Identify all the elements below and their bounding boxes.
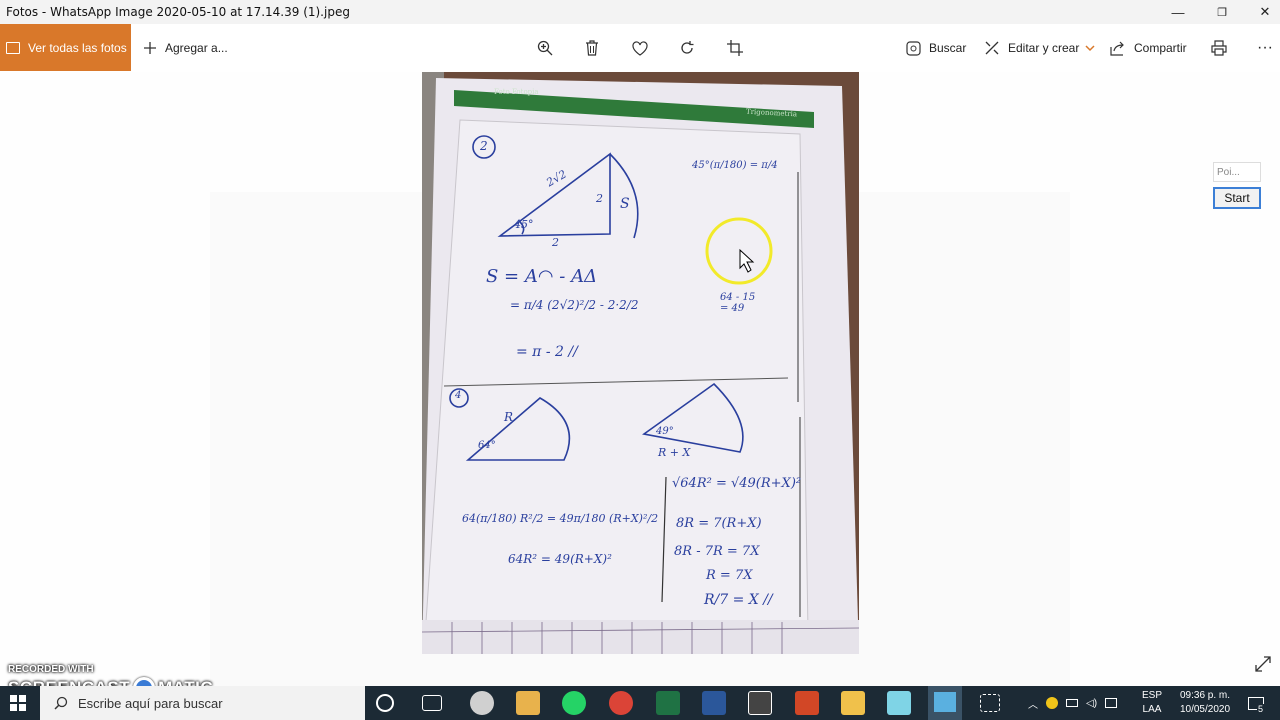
clock[interactable]: 09:36 p. m. 10/05/2020: [1174, 686, 1236, 720]
photo-image[interactable]: Foto Fotopia Trigonometria 2 2√2 2 2 45°…: [422, 72, 859, 654]
photo-viewer: Foto Fotopia Trigonometria 2 2√2 2 2 45°…: [0, 72, 1280, 702]
minimize-button[interactable]: —: [1156, 0, 1200, 24]
windows-taskbar: Escribe aquí para buscar ︿ ◁) ESP LAA 09…: [0, 686, 1280, 720]
share-button[interactable]: Compartir: [1110, 24, 1187, 72]
problem-2-number: 2: [480, 139, 488, 153]
equation-3: = π - 2 //: [516, 344, 578, 360]
sector-1-radius: R: [504, 410, 514, 424]
hypotenuse-label: 2√2: [544, 167, 569, 190]
calculator-icon[interactable]: [748, 691, 772, 715]
zoom-in-icon[interactable]: [534, 37, 556, 59]
equation-8: 8R - 7R = 7X: [674, 544, 760, 559]
equation-10: R/7 = X //: [704, 592, 773, 608]
share-label: Compartir: [1134, 41, 1187, 55]
excel-icon[interactable]: [656, 691, 680, 715]
edit-create-label: Editar y crear: [1008, 41, 1080, 55]
cortana-icon[interactable]: [376, 694, 394, 712]
task-view-icon[interactable]: [422, 695, 442, 711]
taskbar-search-box[interactable]: Escribe aquí para buscar: [40, 686, 365, 720]
equation-4: 64(π/180) R²/2 = 49π/180 (R+X)²/2: [462, 512, 659, 525]
recorded-with-text: RECORDED WITH: [8, 664, 94, 675]
edit-create-button[interactable]: Editar y crear: [984, 24, 1103, 72]
file-explorer-icon[interactable]: [841, 691, 865, 715]
photos-icon: [934, 692, 956, 712]
search-icon: [54, 696, 68, 710]
area-s-label: S: [620, 196, 630, 212]
notepad-icon[interactable]: [887, 691, 911, 715]
window-title: Fotos - WhatsApp Image 2020-05-10 at 17.…: [6, 5, 350, 19]
book-header-left: Foto Fotopia: [494, 88, 539, 96]
side-widget: Poi... Start: [1213, 162, 1265, 212]
chrome-browser-icon[interactable]: [609, 691, 633, 715]
sector-2-label: R + X: [658, 446, 691, 459]
chevron-down-icon: [1085, 45, 1095, 52]
restore-button[interactable]: ❐: [1200, 0, 1244, 24]
tray-chevron-up-icon[interactable]: ︿: [1028, 696, 1038, 711]
conversion-text: 45°(π/180) = π/4: [692, 160, 778, 171]
share-icon: [1110, 41, 1124, 56]
sector-1-angle: 64°: [478, 440, 496, 451]
edit-icon: [985, 41, 999, 55]
clock-date: 10/05/2020: [1179, 704, 1231, 715]
problem-4-number: 4: [455, 390, 462, 401]
equation-6: √64R² = √49(R+X)²: [672, 476, 802, 491]
paint-icon[interactable]: [516, 691, 540, 715]
base-label: 2: [552, 236, 559, 249]
delete-icon[interactable]: [581, 37, 603, 59]
angle-45-label: 45°: [514, 218, 534, 231]
windows-start-icon[interactable]: [10, 695, 26, 711]
powerpoint-icon[interactable]: [795, 691, 819, 715]
add-to-button[interactable]: Agregar a...: [143, 24, 228, 72]
chrome-icon[interactable]: [470, 691, 494, 715]
crop-icon[interactable]: [724, 37, 746, 59]
search-label: Buscar: [929, 41, 967, 55]
sector-2-angle: 49°: [656, 426, 674, 437]
equation-2: = π/4 (2√2)²/2 - 2·2/2: [510, 298, 639, 312]
app-toolbar: Ver todas las fotos Agregar a... Buscar …: [0, 24, 1280, 72]
equation-1: S = A◠ - AΔ: [486, 266, 598, 287]
network-icon[interactable]: [1105, 698, 1118, 708]
plus-icon: [144, 42, 156, 54]
vertical-side-label: 2: [596, 192, 603, 205]
start-button[interactable]: Start: [1213, 187, 1261, 209]
photos-icon: [6, 41, 20, 54]
title-bar: Fotos - WhatsApp Image 2020-05-10 at 17.…: [0, 0, 1280, 24]
language-indicator[interactable]: ESP LAA: [1142, 686, 1162, 720]
more-options-button[interactable]: ···: [1254, 37, 1276, 59]
print-icon[interactable]: [1208, 37, 1230, 59]
side-widget-input[interactable]: Poi...: [1213, 162, 1261, 182]
word-icon[interactable]: [702, 691, 726, 715]
system-tray: ︿ ◁): [1028, 686, 1127, 720]
close-button[interactable]: ✕: [1243, 0, 1280, 24]
battery-icon[interactable]: [1066, 699, 1078, 707]
photos-taskbar-button[interactable]: [928, 686, 962, 720]
equation-9: R = 7X: [706, 568, 753, 583]
search-visual-icon: [906, 40, 921, 56]
fullscreen-expand-icon[interactable]: [1254, 655, 1274, 675]
right-calculation: 64 - 15 = 49: [720, 292, 756, 314]
volume-icon[interactable]: ◁): [1086, 698, 1097, 709]
whatsapp-icon[interactable]: [562, 691, 586, 715]
view-all-photos-button[interactable]: Ver todas las fotos: [0, 24, 131, 71]
heart-icon[interactable]: [629, 37, 651, 59]
clock-time: 09:36 p. m.: [1179, 690, 1231, 701]
view-all-photos-label: Ver todas las fotos: [28, 40, 127, 55]
notification-center-button[interactable]: 5: [1248, 686, 1271, 720]
rotate-icon[interactable]: [676, 37, 698, 59]
snip-icon[interactable]: [980, 694, 1000, 712]
add-to-label: Agregar a...: [165, 41, 228, 55]
equation-7: 8R = 7(R+X): [676, 516, 762, 531]
tray-app-icon[interactable]: [1046, 697, 1058, 709]
notification-count: 5: [1257, 704, 1265, 714]
search-placeholder: Escribe aquí para buscar: [78, 695, 223, 711]
book-header-right: Trigonometria: [745, 107, 798, 119]
equation-5: 64R² = 49(R+X)²: [508, 552, 612, 566]
search-button[interactable]: Buscar: [906, 24, 966, 72]
